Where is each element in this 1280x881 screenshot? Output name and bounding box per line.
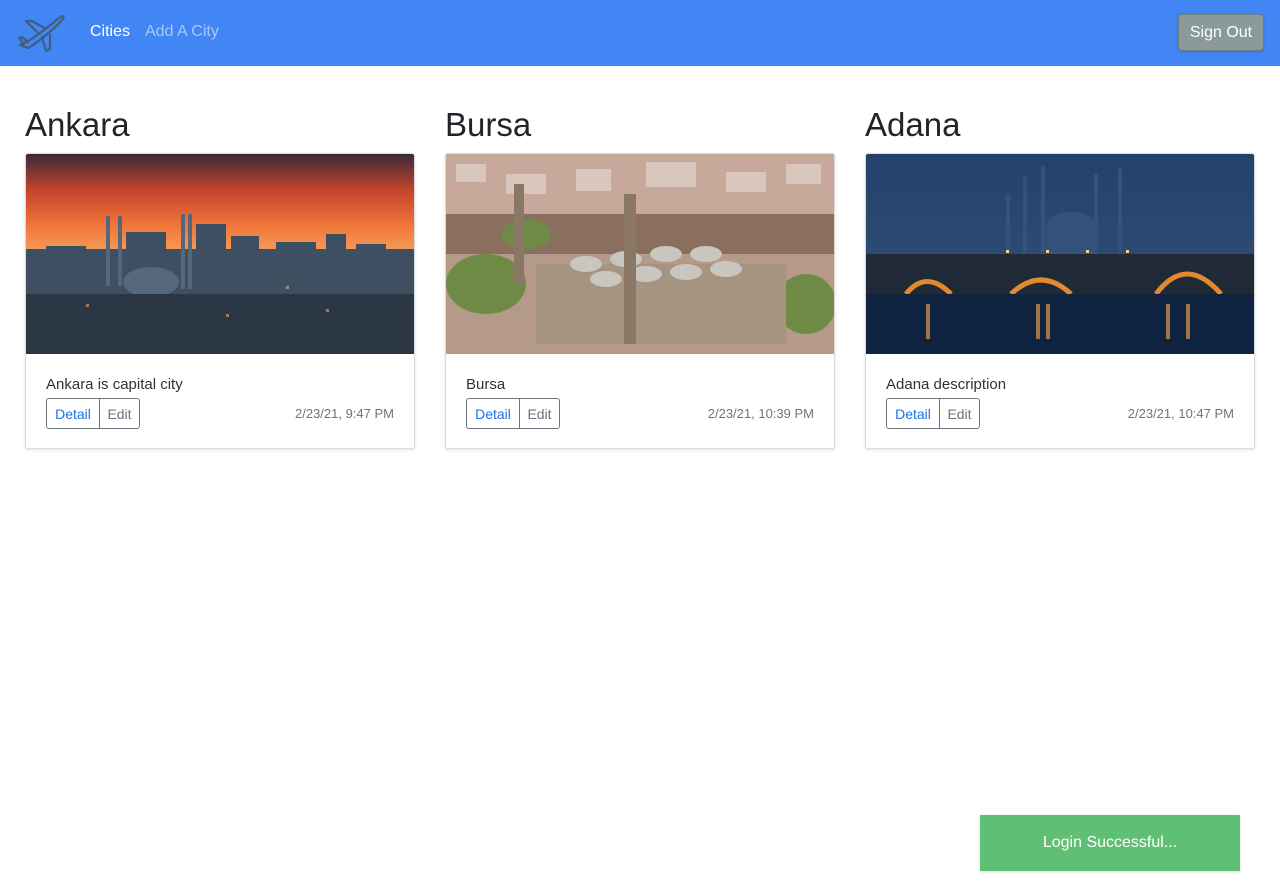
- nav-link-add-city[interactable]: Add A City: [145, 22, 219, 42]
- city-date: 2/23/21, 10:39 PM: [707, 406, 814, 421]
- city-description: Adana description: [886, 376, 1007, 393]
- city-title: Adana: [865, 106, 961, 143]
- city-image: [446, 154, 834, 354]
- card-button-group: Detail Edit: [886, 398, 980, 429]
- city-date: 2/23/21, 9:47 PM: [294, 406, 394, 421]
- city-title: Ankara: [25, 106, 130, 143]
- edit-button[interactable]: Edit: [940, 398, 980, 429]
- nav-link-cities[interactable]: Cities: [90, 22, 130, 42]
- city-card: Adana description Detail Edit 2/23/21, 1…: [865, 153, 1255, 449]
- city-column: Adana Adana description Detail Edit 2/23…: [865, 104, 1255, 449]
- navbar: Cities Add A City Sign Out: [0, 0, 1280, 66]
- edit-button[interactable]: Edit: [100, 398, 140, 429]
- city-description: Ankara is capital city: [46, 376, 183, 393]
- detail-button[interactable]: Detail: [886, 398, 940, 429]
- city-image: [26, 154, 414, 354]
- card-button-group: Detail Edit: [466, 398, 560, 429]
- edit-button[interactable]: Edit: [520, 398, 560, 429]
- sign-out-button[interactable]: Sign Out: [1178, 14, 1264, 51]
- city-title: Bursa: [445, 106, 532, 143]
- city-date: 2/23/21, 10:47 PM: [1127, 406, 1234, 421]
- airplane-icon[interactable]: [16, 11, 66, 55]
- city-column: Ankara Ankara is capital city Detail Edi…: [25, 104, 415, 449]
- city-card: Ankara is capital city Detail Edit 2/23/…: [25, 153, 415, 449]
- city-card: Bursa Detail Edit 2/23/21, 10:39 PM: [445, 153, 835, 449]
- detail-button[interactable]: Detail: [466, 398, 520, 429]
- login-success-toast[interactable]: Login Successful...: [980, 815, 1240, 871]
- city-description: Bursa: [466, 376, 506, 393]
- city-image: [866, 154, 1254, 354]
- detail-button[interactable]: Detail: [46, 398, 100, 429]
- city-column: Bursa Bursa Detail Edit 2/23/21, 10:39 P…: [445, 104, 835, 449]
- card-button-group: Detail Edit: [46, 398, 140, 429]
